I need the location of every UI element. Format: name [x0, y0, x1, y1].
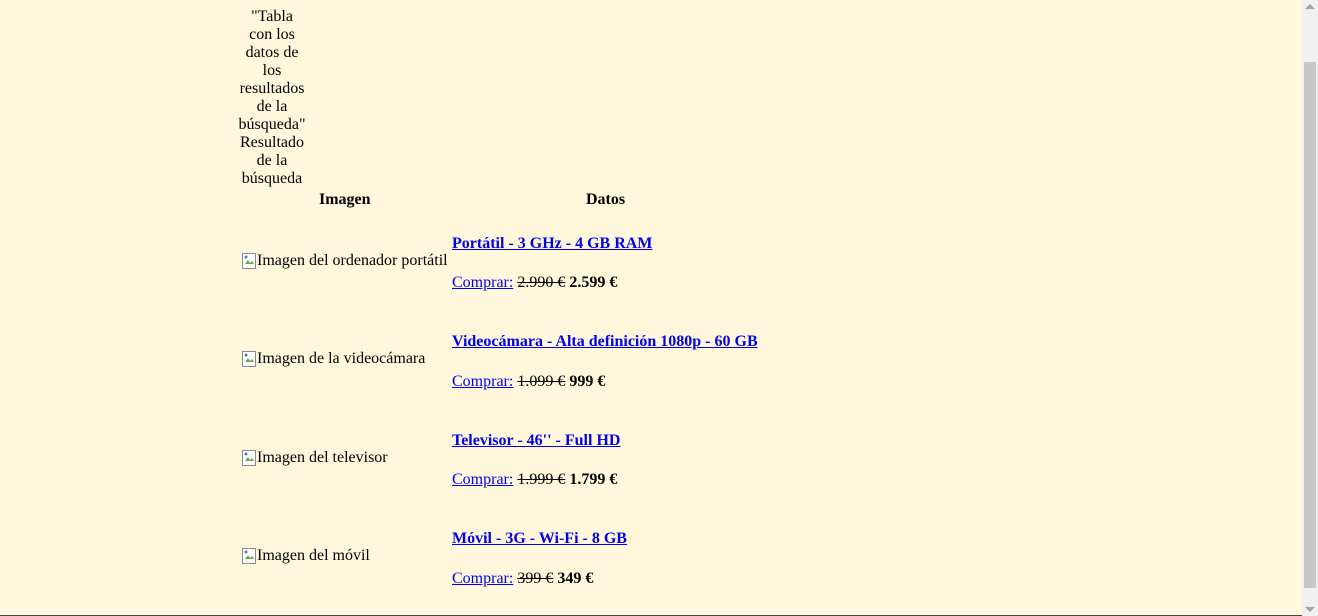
old-price: 1.099 € — [517, 373, 566, 390]
product-image-alt: Imagen del móvil — [257, 547, 370, 564]
product-title-link[interactable]: Televisor - 46'' - Full HD — [452, 432, 620, 450]
price-line: Comprar: 399 € 349 € — [452, 570, 593, 588]
scroll-down-icon[interactable] — [1305, 607, 1315, 612]
new-price: 1.799 € — [569, 471, 618, 488]
price-line: Comprar: 1.099 € 999 € — [452, 373, 605, 391]
product-image-camcorder: Imagen de la videocámara — [242, 350, 425, 368]
product-image-alt: Imagen del ordenador portátil — [257, 252, 448, 269]
new-price: 2.599 € — [569, 274, 618, 291]
buy-link[interactable]: Comprar: — [452, 570, 513, 587]
buy-link[interactable]: Comprar: — [452, 373, 513, 390]
scroll-up-icon[interactable] — [1305, 4, 1315, 9]
vertical-scrollbar[interactable] — [1302, 0, 1318, 616]
old-price: 1.999 € — [517, 471, 566, 488]
buy-link[interactable]: Comprar: — [452, 471, 513, 488]
product-image-phone: Imagen del móvil — [242, 547, 370, 565]
buy-link[interactable]: Comprar: — [452, 274, 513, 291]
broken-image-icon — [242, 351, 256, 367]
broken-image-icon — [242, 450, 256, 466]
price-line: Comprar: 2.990 € 2.599 € — [452, 274, 617, 292]
old-price: 399 € — [517, 570, 554, 587]
header-data: Datos — [586, 191, 626, 208]
product-title-link[interactable]: Portátil - 3 GHz - 4 GB RAM — [452, 235, 652, 253]
results-page: "Tabla con los datos de los resultados d… — [0, 0, 1302, 616]
product-image-tv: Imagen del televisor — [242, 449, 388, 467]
product-title-link[interactable]: Móvil - 3G - Wi-Fi - 8 GB — [452, 530, 627, 548]
new-price: 349 € — [557, 570, 594, 587]
table-caption: "Tabla con los datos de los resultados d… — [238, 8, 306, 187]
product-title-link[interactable]: Videocámara - Alta definición 1080p - 60… — [452, 333, 758, 351]
product-image-laptop: Imagen del ordenador portátil — [242, 252, 448, 270]
price-line: Comprar: 1.999 € 1.799 € — [452, 471, 617, 489]
broken-image-icon — [242, 548, 256, 564]
product-image-alt: Imagen de la videocámara — [257, 350, 426, 367]
old-price: 2.990 € — [517, 274, 566, 291]
product-image-alt: Imagen del televisor — [257, 449, 388, 466]
broken-image-icon — [242, 253, 256, 269]
new-price: 999 € — [569, 373, 606, 390]
header-image: Imagen — [319, 191, 371, 208]
scroll-thumb[interactable] — [1304, 62, 1316, 588]
